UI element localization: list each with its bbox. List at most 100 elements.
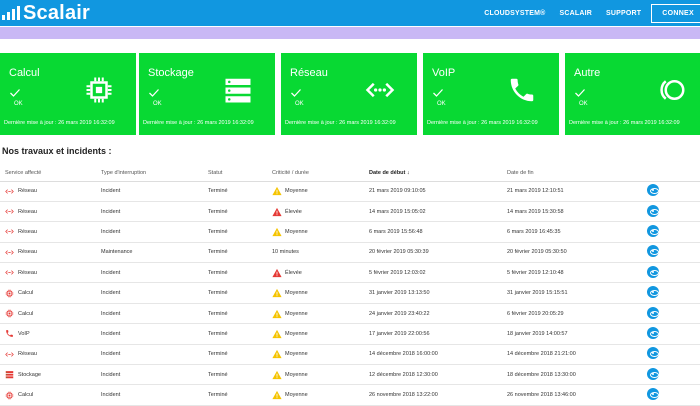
view-details-eye-icon[interactable] bbox=[647, 204, 659, 217]
warning-icon bbox=[272, 288, 282, 298]
cell-start-date: 12 décembre 2018 12:30:00 bbox=[364, 364, 502, 386]
view-details-eye-icon[interactable] bbox=[647, 326, 659, 339]
status-card-autre[interactable]: Autre OK Dernière mise à jour : 26 mars … bbox=[565, 53, 700, 135]
view-details-eye-icon[interactable] bbox=[647, 245, 659, 258]
view-details-eye-icon[interactable] bbox=[647, 347, 659, 360]
warning-icon bbox=[272, 329, 282, 339]
warning-icon bbox=[272, 349, 282, 359]
header-status[interactable]: Statut bbox=[203, 165, 267, 182]
nav-item-scalair[interactable]: SCALAIR bbox=[559, 10, 592, 17]
cell-type: Incident bbox=[96, 384, 203, 406]
check-icon bbox=[290, 86, 302, 98]
card-status: OK bbox=[153, 101, 162, 107]
status-card-stockage[interactable]: Stockage OK Dernière mise à jour : 26 ma… bbox=[139, 53, 275, 135]
cell-type: Incident bbox=[96, 364, 203, 386]
warning-icon bbox=[272, 309, 282, 319]
cell-criticality: 10 minutes bbox=[267, 242, 364, 264]
service-name: Réseau bbox=[18, 249, 37, 256]
cell-service: Réseau bbox=[0, 344, 96, 366]
view-details-eye-icon[interactable] bbox=[647, 367, 659, 380]
header-service[interactable]: Service affecté bbox=[0, 165, 96, 182]
cell-service: Réseau bbox=[0, 221, 96, 243]
table-row[interactable]: Calcul Incident Terminé Moyenne 26 novem… bbox=[0, 384, 700, 406]
cpu-icon bbox=[5, 289, 14, 298]
check-icon bbox=[148, 86, 160, 98]
cell-criticality: Moyenne bbox=[267, 221, 364, 243]
cell-end-date: 14 décembre 2018 21:21:00 bbox=[502, 344, 642, 366]
card-last-update: Dernière mise à jour : 26 mars 2019 16:3… bbox=[427, 120, 538, 126]
warning-icon bbox=[272, 186, 282, 196]
cell-service: Réseau bbox=[0, 262, 96, 284]
table-row[interactable]: Réseau Incident Terminé Élevée 14 mars 2… bbox=[0, 201, 700, 223]
cell-action bbox=[642, 384, 700, 406]
view-details-eye-icon[interactable] bbox=[647, 224, 659, 237]
cell-criticality: Élevée bbox=[267, 262, 364, 284]
cell-criticality: Moyenne bbox=[267, 384, 364, 406]
phone-icon bbox=[5, 329, 14, 338]
cell-action bbox=[642, 181, 700, 202]
phone-icon bbox=[507, 75, 537, 105]
cell-end-date: 26 novembre 2018 13:46:00 bbox=[502, 384, 642, 406]
view-details-eye-icon[interactable] bbox=[647, 265, 659, 278]
table-row[interactable]: Réseau Incident Terminé Élevée 5 février… bbox=[0, 262, 700, 284]
service-name: Réseau bbox=[18, 351, 37, 358]
cell-status: Terminé bbox=[203, 282, 267, 304]
cell-criticality: Moyenne bbox=[267, 344, 364, 366]
cell-action bbox=[642, 242, 700, 264]
status-card-reseau[interactable]: Réseau OK Dernière mise à jour : 26 mars… bbox=[281, 53, 417, 135]
card-status: OK bbox=[437, 101, 446, 107]
cell-start-date: 31 janvier 2019 13:13:50 bbox=[364, 282, 502, 304]
status-card-voip[interactable]: VoIP OK Dernière mise à jour : 26 mars 2… bbox=[423, 53, 559, 135]
cell-service: Calcul bbox=[0, 282, 96, 304]
service-name: VoIP bbox=[18, 330, 30, 337]
cell-type: Incident bbox=[96, 181, 203, 202]
cell-end-date: 14 mars 2019 15:30:58 bbox=[502, 201, 642, 223]
brand-logo[interactable]: Scalair bbox=[2, 2, 90, 24]
cell-service: Calcul bbox=[0, 303, 96, 325]
network-icon bbox=[5, 350, 14, 359]
criticality-label: 10 minutes bbox=[272, 249, 299, 256]
cell-status: Terminé bbox=[203, 364, 267, 386]
nav-item-support[interactable]: SUPPORT bbox=[606, 10, 641, 17]
cell-action bbox=[642, 364, 700, 386]
table-row[interactable]: Réseau Maintenance Terminé 10 minutes 20… bbox=[0, 242, 700, 264]
top-navbar: Scalair CLOUDSYSTEM® SCALAIR SUPPORT CON… bbox=[0, 0, 700, 26]
connect-button[interactable]: CONNEX bbox=[651, 3, 700, 23]
card-title: Stockage bbox=[148, 67, 194, 79]
incidents-table: Service affecté Type d'interruption Stat… bbox=[0, 165, 700, 406]
table-row[interactable]: Calcul Incident Terminé Moyenne 31 janvi… bbox=[0, 282, 700, 304]
table-row[interactable]: Réseau Incident Terminé Moyenne 14 décem… bbox=[0, 344, 700, 366]
header-type[interactable]: Type d'interruption bbox=[96, 165, 203, 182]
storage-icon bbox=[5, 370, 14, 379]
cell-status: Terminé bbox=[203, 384, 267, 406]
table-row[interactable]: VoIP Incident Terminé Moyenne 17 janvier… bbox=[0, 323, 700, 345]
cell-type: Incident bbox=[96, 344, 203, 366]
table-row[interactable]: Stockage Incident Terminé Moyenne 12 déc… bbox=[0, 364, 700, 386]
nav-item-cloudsystem[interactable]: CLOUDSYSTEM® bbox=[484, 10, 545, 17]
cell-criticality: Moyenne bbox=[267, 323, 364, 345]
cell-end-date: 18 décembre 2018 13:30:00 bbox=[502, 364, 642, 386]
table-row[interactable]: Réseau Incident Terminé Moyenne 21 mars … bbox=[0, 181, 700, 202]
table-row[interactable]: Calcul Incident Terminé Moyenne 24 janvi… bbox=[0, 303, 700, 325]
header-end-date[interactable]: Date de fin bbox=[502, 165, 642, 182]
alert-icon bbox=[272, 207, 282, 217]
cell-status: Terminé bbox=[203, 201, 267, 223]
cell-type: Incident bbox=[96, 282, 203, 304]
view-details-eye-icon[interactable] bbox=[647, 286, 659, 299]
header-start-date[interactable]: Date de début ↓ bbox=[364, 165, 502, 182]
view-details-eye-icon[interactable] bbox=[647, 184, 659, 197]
status-card-calcul[interactable]: Calcul OK Dernière mise à jour : 26 mars… bbox=[0, 53, 136, 135]
card-title: Réseau bbox=[290, 67, 328, 79]
table-row[interactable]: Réseau Incident Terminé Moyenne 6 mars 2… bbox=[0, 221, 700, 243]
cell-action bbox=[642, 323, 700, 345]
cell-status: Terminé bbox=[203, 303, 267, 325]
view-details-eye-icon[interactable] bbox=[647, 388, 659, 401]
header-criticality[interactable]: Criticité / durée bbox=[267, 165, 364, 182]
cell-end-date: 20 février 2019 05:30:50 bbox=[502, 242, 642, 264]
card-last-update: Dernière mise à jour : 26 mars 2019 16:3… bbox=[285, 120, 396, 126]
view-details-eye-icon[interactable] bbox=[647, 306, 659, 319]
service-name: Calcul bbox=[18, 290, 34, 297]
cell-criticality: Moyenne bbox=[267, 364, 364, 386]
cell-criticality: Élevée bbox=[267, 201, 364, 223]
cell-start-date: 14 décembre 2018 16:00:00 bbox=[364, 344, 502, 366]
